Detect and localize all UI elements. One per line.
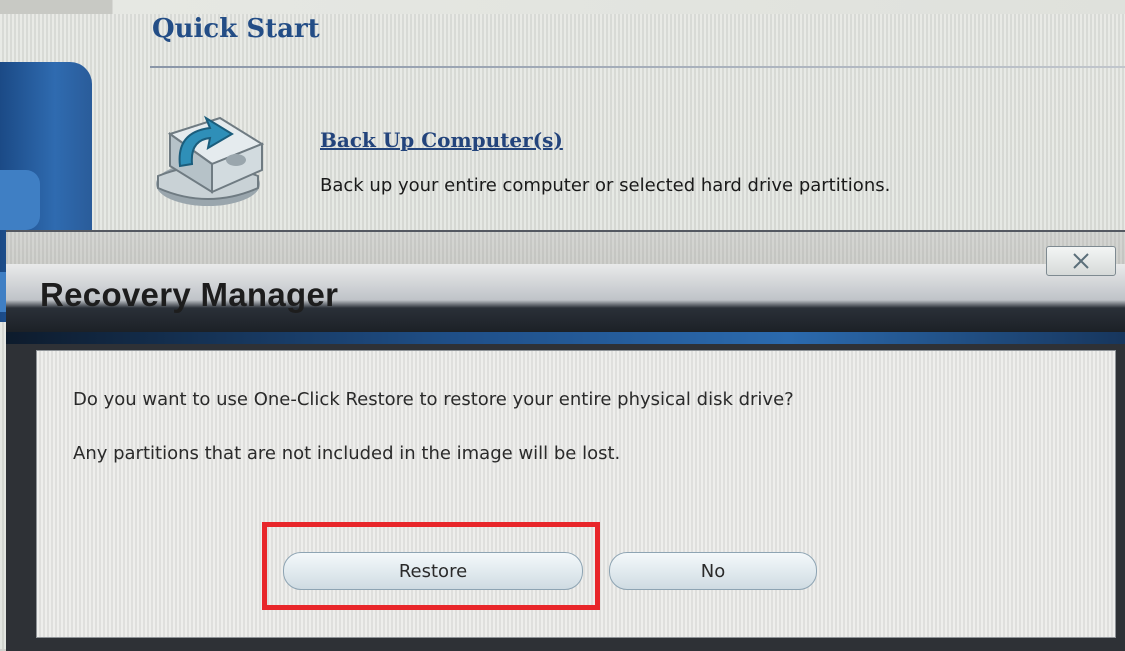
no-button[interactable]: No bbox=[609, 552, 817, 590]
backup-icon[interactable] bbox=[150, 104, 270, 212]
left-nav-tab bbox=[0, 170, 40, 230]
dialog-title: Recovery Manager bbox=[40, 276, 339, 313]
dialog-body: Do you want to use One-Click Restore to … bbox=[36, 350, 1116, 638]
close-button[interactable] bbox=[1046, 246, 1116, 276]
restore-button[interactable]: Restore bbox=[283, 552, 583, 590]
quick-start-heading: Quick Start bbox=[152, 14, 320, 44]
dialog-message-line2: Any partitions that are not included in … bbox=[73, 443, 621, 464]
background-top-bar bbox=[0, 0, 1125, 14]
close-icon bbox=[1073, 253, 1089, 269]
dialog-message-line1: Do you want to use One-Click Restore to … bbox=[73, 389, 794, 410]
back-up-description: Back up your entire computer or selected… bbox=[320, 175, 891, 196]
back-up-computers-link[interactable]: Back Up Computer(s) bbox=[320, 128, 563, 152]
dialog-top-band bbox=[6, 232, 1125, 264]
heading-divider bbox=[150, 66, 1125, 68]
recovery-manager-dialog: Recovery Manager Do you want to use One-… bbox=[6, 230, 1125, 651]
